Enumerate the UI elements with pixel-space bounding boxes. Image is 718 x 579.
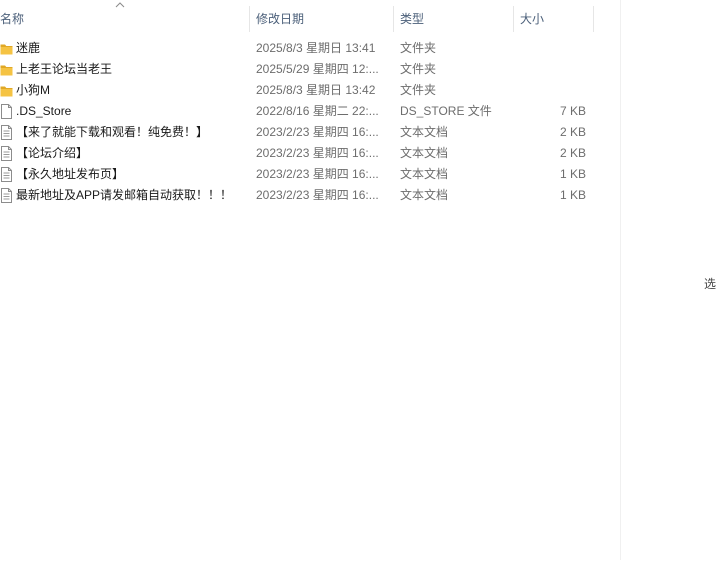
- file-date-modified: 2023/2/23 星期四 16:...: [256, 146, 379, 160]
- file-type: 文本文档: [400, 125, 449, 139]
- file-size: [514, 38, 586, 59]
- file-row[interactable]: .DS_Store 2022/8/16 星期二 22:... DS_STORE 文件…: [0, 101, 600, 122]
- file-type: 文件夹: [400, 41, 437, 55]
- file-size: 2 KB: [559, 125, 586, 139]
- column-header-size[interactable]: 大小: [520, 0, 592, 38]
- file-date-modified: 2025/5/29 星期四 12:...: [256, 62, 379, 76]
- preview-pane-divider[interactable]: [620, 0, 621, 560]
- file-name-cell[interactable]: 最新地址及APP请发邮箱自动获取！！！: [0, 185, 245, 206]
- file-type: 文本文档: [400, 146, 449, 160]
- file-date-modified: 2023/2/23 星期四 16:...: [256, 125, 379, 139]
- file-name: 最新地址及APP请发邮箱自动获取！！！: [16, 188, 233, 202]
- folder-icon: [0, 65, 13, 76]
- column-header-date-modified[interactable]: 修改日期: [256, 0, 392, 38]
- column-header-bar: 名称 修改日期 类型 大小: [0, 0, 620, 38]
- file-type: 文本文档: [400, 188, 449, 202]
- file-row[interactable]: 最新地址及APP请发邮箱自动获取！！！ 2023/2/23 星期四 16:... 文…: [0, 185, 600, 206]
- file-date-modified: 2023/2/23 星期四 16:...: [256, 188, 379, 202]
- file-name: .DS_Store: [16, 104, 72, 118]
- file-size: [514, 59, 586, 80]
- file-type: DS_STORE 文件: [400, 104, 492, 118]
- column-header-name[interactable]: 名称: [0, 0, 248, 38]
- file-name: 上老王论坛当老王: [16, 62, 113, 76]
- file-date-modified: 2023/2/23 星期四 16:...: [256, 167, 379, 181]
- file-row[interactable]: 【论坛介绍】 2023/2/23 星期四 16:... 文本文档 2 KB: [0, 143, 600, 164]
- text-document-icon: [1, 188, 12, 203]
- file-size: 1 KB: [559, 167, 586, 181]
- file-row[interactable]: 小狗M 2025/8/3 星期日 13:42 文件夹: [0, 80, 600, 101]
- file-type: 文本文档: [400, 167, 449, 181]
- file-date-modified: 2025/8/3 星期日 13:41: [256, 41, 376, 55]
- file-name-cell[interactable]: 小狗M: [0, 80, 245, 101]
- text-document-icon: [1, 167, 12, 182]
- file-row[interactable]: 迷鹿 2025/8/3 星期日 13:41 文件夹: [0, 38, 600, 59]
- file-size: 7 KB: [559, 104, 586, 118]
- file-name-cell[interactable]: 迷鹿: [0, 38, 245, 59]
- file-name-cell[interactable]: .DS_Store: [0, 101, 245, 122]
- file-name-cell[interactable]: 【永久地址发布页】: [0, 164, 245, 185]
- column-header-type[interactable]: 类型: [400, 0, 512, 38]
- text-document-icon: [1, 125, 12, 140]
- file-name: 小狗M: [16, 83, 50, 97]
- folder-icon: [0, 44, 13, 55]
- file-date-modified: 2025/8/3 星期日 13:42: [256, 83, 376, 97]
- file-size: [514, 80, 586, 101]
- column-divider[interactable]: [393, 6, 394, 32]
- file-type: 文件夹: [400, 83, 437, 97]
- file-row[interactable]: 【来了就能下载和观看！纯免费！】 2023/2/23 星期四 16:... 文本文档…: [0, 122, 600, 143]
- file-name-cell[interactable]: 上老王论坛当老王: [0, 59, 245, 80]
- file-name: 【来了就能下载和观看！纯免费！】: [16, 125, 209, 139]
- file-row[interactable]: 上老王论坛当老王 2025/5/29 星期四 12:... 文件夹: [0, 59, 600, 80]
- preview-pane-hint: 选: [704, 277, 717, 291]
- column-divider[interactable]: [249, 6, 250, 32]
- blank-file-icon: [1, 104, 12, 119]
- text-document-icon: [1, 146, 12, 161]
- file-size: 2 KB: [559, 146, 586, 160]
- folder-icon: [0, 86, 13, 97]
- file-name: 【永久地址发布页】: [16, 167, 125, 181]
- file-type: 文件夹: [400, 62, 437, 76]
- file-name: 【论坛介绍】: [16, 146, 89, 160]
- file-row[interactable]: 【永久地址发布页】 2023/2/23 星期四 16:... 文本文档 1 KB: [0, 164, 600, 185]
- file-name-cell[interactable]: 【论坛介绍】: [0, 143, 245, 164]
- file-name-cell[interactable]: 【来了就能下载和观看！纯免费！】: [0, 122, 245, 143]
- column-divider[interactable]: [593, 6, 594, 32]
- file-size: 1 KB: [559, 188, 586, 202]
- file-date-modified: 2022/8/16 星期二 22:...: [256, 104, 379, 118]
- column-divider[interactable]: [513, 6, 514, 32]
- file-name: 迷鹿: [16, 41, 41, 55]
